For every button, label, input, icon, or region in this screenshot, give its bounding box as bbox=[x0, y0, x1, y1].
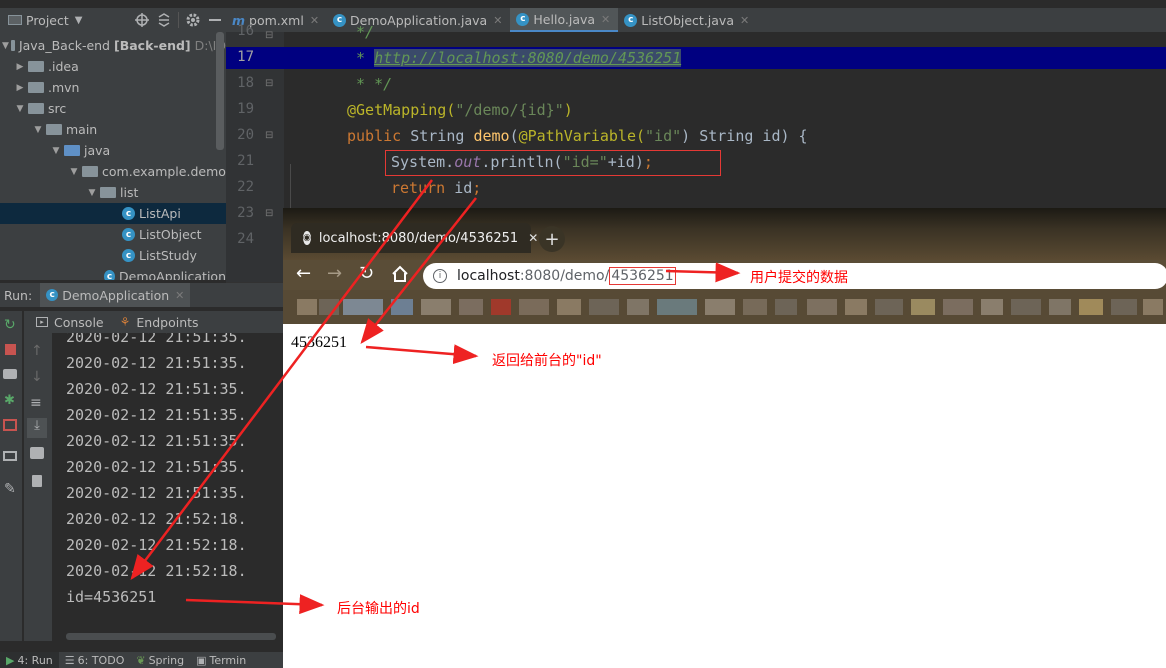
annotation-backend-output: 后台输出的id bbox=[337, 601, 420, 617]
arrow-url-id bbox=[665, 262, 741, 283]
screenshot-stage: Project ▼ ▼ Java_Back-end [Back-end] D:\… bbox=[0, 0, 1166, 668]
arrow-console-id bbox=[185, 594, 325, 615]
annotation-returned-id: 返回给前台的"id" bbox=[492, 353, 602, 369]
arrow-page-id bbox=[365, 344, 479, 365]
annotation-arrows bbox=[130, 179, 741, 615]
annotation-user-data: 用户提交的数据 bbox=[750, 270, 848, 286]
arrow-println-to-console bbox=[130, 179, 433, 580]
arrow-return-to-page bbox=[360, 197, 477, 344]
